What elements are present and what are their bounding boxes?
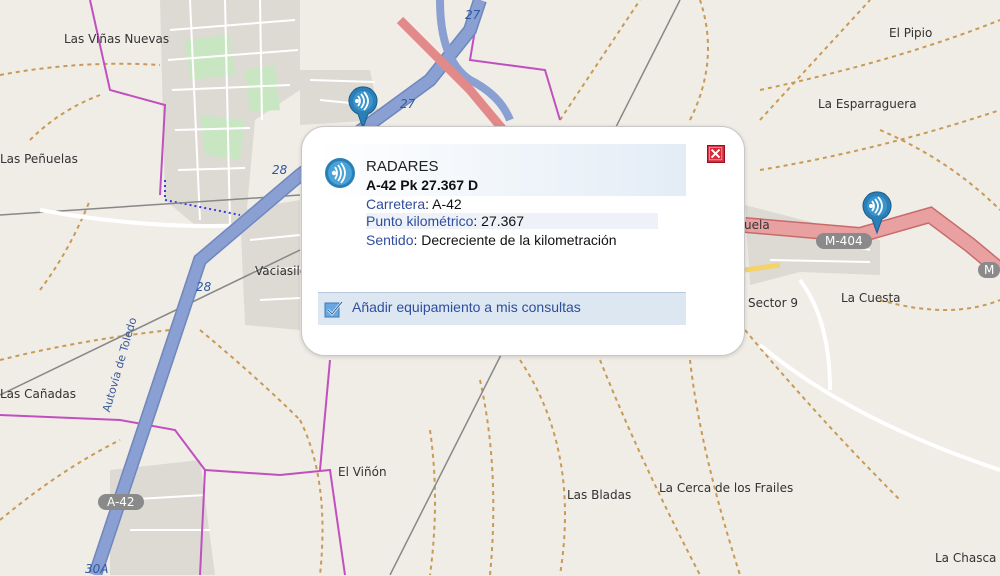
pk-value: : 27.367 (473, 213, 524, 229)
place-el-vinon: El Viñón (338, 465, 387, 479)
route-number-28-top: 28 (272, 163, 288, 177)
close-button[interactable] (707, 145, 725, 163)
place-la-chasca: La Chasca (935, 551, 997, 565)
route-number-27-top: 27 (465, 8, 481, 22)
place-las-penuelas: Las Peñuelas (0, 152, 78, 166)
checkbox-icon (324, 301, 343, 318)
popup-row-pk: Punto kilométrico: 27.367 (366, 213, 658, 229)
close-icon (708, 146, 723, 161)
road-shield-m404: M-404 (816, 233, 872, 249)
place-la-cuesta: La Cuesta (841, 291, 901, 305)
route-number-30a: 30A (85, 562, 109, 576)
place-suela: uela (744, 218, 770, 232)
popup-category: RADARES (366, 158, 439, 175)
popup-row-road: Carretera: A-42 (366, 196, 462, 212)
radar-icon (325, 158, 355, 188)
place-las-canadas: Las Cañadas (0, 387, 77, 401)
place-la-esparraguera: La Esparraguera (818, 97, 917, 111)
place-sector-9: Sector 9 (748, 296, 799, 310)
route-number-27: 27 (400, 97, 416, 111)
radar-info-popup: RADARES A-42 Pk 27.367 D Carretera: A-42… (301, 126, 745, 356)
place-el-pipio: El Pipio (889, 26, 933, 40)
popup-heading: A-42 Pk 27.367 D (366, 177, 479, 193)
pk-label: Punto kilométrico (366, 213, 474, 229)
road-value: : A-42 (425, 196, 462, 212)
place-vaciasilo: Vaciasilo (255, 264, 308, 278)
route-number-28: 28 (196, 280, 212, 294)
road-shield-m-cut: M (978, 262, 1000, 278)
place-la-cerca-de-los-frailes: La Cerca de los Frailes (659, 481, 794, 495)
road-label: Carretera (366, 196, 426, 212)
add-to-queries-label: Añadir equipamiento a mis consultas (352, 299, 581, 315)
place-las-bladas: Las Bladas (567, 488, 632, 502)
map-pin-icon[interactable] (860, 189, 894, 235)
direction-label: Sentido (366, 232, 414, 248)
popup-row-direction: Sentido: Decreciente de la kilometración (366, 232, 617, 248)
place-las-vinas-nuevas: Las Viñas Nuevas (64, 32, 170, 46)
add-to-queries-button[interactable]: Añadir equipamiento a mis consultas (318, 292, 686, 325)
road-shield-a42: A-42 (98, 494, 144, 510)
map-pin-icon[interactable] (346, 84, 380, 130)
direction-value: : Decreciente de la kilometración (413, 232, 617, 248)
